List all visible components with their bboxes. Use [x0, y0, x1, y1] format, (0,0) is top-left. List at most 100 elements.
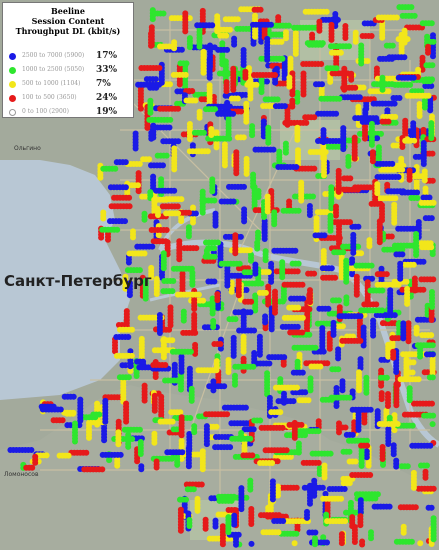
measurement-dot	[83, 449, 90, 456]
measurement-dot	[427, 78, 434, 85]
measurement-dot	[385, 403, 391, 409]
measurement-dot	[411, 12, 418, 19]
measurement-dot	[357, 313, 364, 320]
measurement-dot	[250, 40, 257, 47]
measurement-dot	[337, 49, 344, 56]
measurement-dot	[365, 462, 372, 469]
measurement-dot	[428, 135, 435, 142]
measurement-dot	[133, 373, 140, 379]
measurement-dot	[196, 114, 203, 121]
measurement-dot	[247, 95, 254, 102]
measurement-dot	[393, 463, 400, 470]
measurement-dot	[262, 319, 269, 326]
measurement-dot	[200, 297, 207, 304]
measurement-dot	[323, 8, 330, 15]
measurement-dot	[125, 259, 132, 266]
measurement-dot	[315, 459, 322, 466]
measurement-dot	[346, 394, 353, 401]
measurement-dot	[404, 300, 411, 307]
measurement-dot	[112, 165, 119, 172]
measurement-dot	[358, 462, 365, 469]
measurement-dot	[175, 138, 182, 145]
measurement-dot	[261, 229, 268, 236]
measurement-dot	[255, 194, 262, 200]
measurement-dot	[279, 55, 286, 62]
measurement-dot	[282, 149, 289, 156]
measurement-dot	[338, 540, 345, 547]
measurement-dot	[262, 289, 269, 296]
measurement-dot	[156, 330, 163, 336]
measurement-dot	[221, 162, 228, 169]
measurement-dot	[250, 363, 257, 370]
measurement-dot	[321, 232, 328, 239]
measurement-dot	[340, 146, 347, 153]
measurement-dot	[59, 417, 66, 424]
measurement-dot	[238, 436, 245, 442]
measurement-dot	[319, 484, 326, 491]
measurement-dot	[211, 245, 218, 252]
measurement-dot	[283, 447, 290, 454]
measurement-dot	[349, 431, 356, 438]
legend-dot-yellow	[9, 80, 16, 88]
legend-range: 1000 to 2500 (5050)	[22, 66, 85, 73]
measurement-dot	[346, 480, 353, 487]
measurement-dot	[213, 144, 220, 151]
measurement-dot	[203, 441, 210, 448]
measurement-dot	[204, 148, 211, 155]
measurement-dot	[428, 244, 435, 251]
measurement-dot	[379, 86, 386, 93]
measurement-dot	[400, 335, 407, 342]
measurement-dot	[347, 219, 353, 226]
measurement-dot	[281, 354, 288, 361]
measurement-dot	[430, 412, 437, 419]
measurement-dot	[252, 270, 259, 277]
measurement-dot	[176, 81, 183, 88]
measurement-dot	[272, 72, 278, 78]
measurement-dot	[224, 46, 231, 53]
measurement-dot	[409, 422, 416, 429]
measurement-dot	[300, 91, 307, 98]
measurement-dot	[350, 249, 357, 256]
measurement-dot	[299, 281, 306, 288]
measurement-dot	[367, 406, 374, 413]
measurement-dot	[166, 124, 173, 131]
measurement-dot	[411, 137, 418, 144]
measurement-dot	[237, 233, 244, 240]
measurement-dot	[163, 227, 170, 233]
measurement-dot	[186, 209, 192, 216]
measurement-dot	[232, 250, 239, 257]
measurement-dot	[148, 42, 154, 49]
measurement-dot	[236, 260, 243, 267]
measurement-dot	[255, 278, 262, 285]
measurement-dot	[130, 234, 136, 241]
measurement-dot	[136, 426, 143, 433]
measurement-dot	[211, 197, 218, 204]
measurement-dot	[289, 103, 296, 110]
measurement-dot	[114, 462, 121, 469]
measurement-dot	[315, 428, 322, 435]
measurement-dot	[148, 135, 155, 142]
measurement-dot	[357, 337, 364, 344]
measurement-dot	[327, 227, 334, 234]
measurement-dot	[189, 88, 196, 94]
measurement-dot	[417, 540, 424, 547]
measurement-dot	[146, 156, 153, 163]
measurement-dot	[339, 387, 346, 394]
measurement-dot	[147, 109, 154, 116]
measurement-dot	[262, 257, 269, 264]
measurement-dot	[77, 417, 84, 424]
measurement-dot	[274, 458, 281, 465]
measurement-dot	[341, 486, 348, 492]
measurement-dot	[373, 115, 380, 122]
measurement-dot	[141, 250, 148, 257]
measurement-dot	[249, 132, 256, 139]
measurement-dot	[385, 118, 392, 125]
legend-row: 0 to 100 (2900) 19%	[9, 105, 133, 119]
measurement-dot	[364, 442, 371, 449]
measurement-dot	[182, 71, 189, 78]
measurement-dot	[202, 525, 209, 532]
measurement-dot	[190, 486, 197, 493]
measurement-dot	[383, 374, 390, 381]
measurement-dot	[168, 455, 175, 462]
measurement-dot	[200, 69, 207, 76]
